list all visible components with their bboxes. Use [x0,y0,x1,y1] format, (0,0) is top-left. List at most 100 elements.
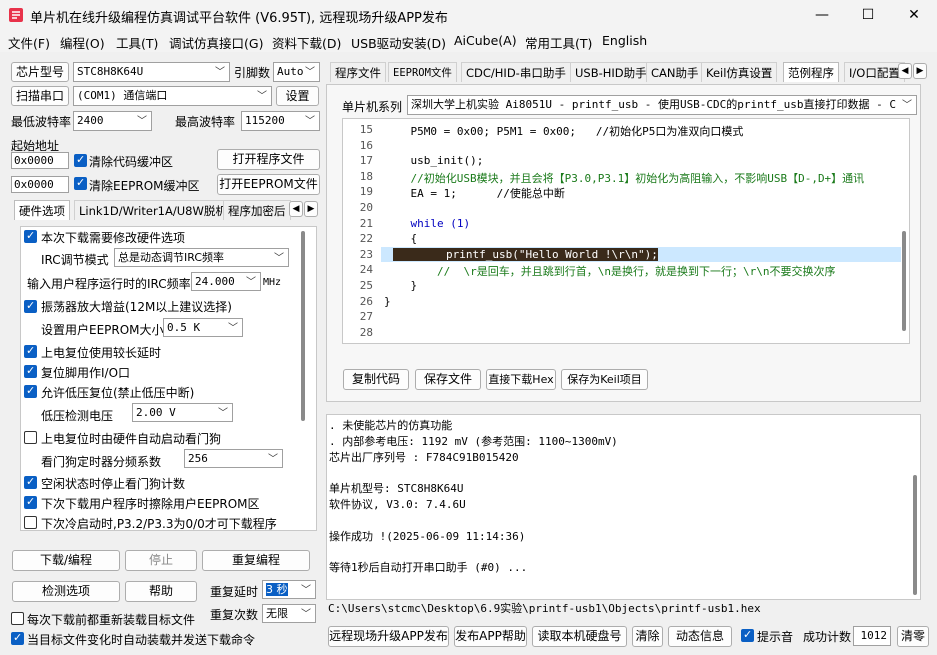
irc-freq-label: 输入用户程序运行时的IRC频率 [27,277,191,291]
output-log[interactable]: . 未使能芯片的仿真功能 . 内部参考电压: 1192 mV (参考范围: 11… [326,414,921,600]
open-program-button[interactable]: 打开程序文件 [217,149,320,170]
log-line: 操作成功 !(2025-06-09 11:14:36) [329,529,526,543]
beep-checkbox[interactable] [741,628,754,642]
hw-panel-scrollbar[interactable] [301,231,305,421]
auto-send-checkbox[interactable] [11,631,24,645]
reprogram-button[interactable]: 重复编程 [202,550,310,571]
maximize-button[interactable]: ☐ [845,0,891,30]
cold-boot-checkbox[interactable] [24,516,37,529]
wdt-auto-checkbox[interactable] [24,431,37,444]
close-button[interactable]: ✕ [891,0,937,30]
pin-count-select[interactable]: Auto ﹀ [273,62,320,82]
stop-button[interactable]: 停止 [125,550,197,571]
chip-model-select[interactable]: STC8H8K64U ﹀ [73,62,230,82]
code-line: P5M0 = 0x00; P5M1 = 0x00; //初始化P5口为准双向口模… [384,125,744,138]
irc-mode-select[interactable]: 总是动态调节IRC频率 ﹀ [114,248,289,267]
code-view[interactable]: 15 P5M0 = 0x00; P5M1 = 0x00; //初始化P5口为准双… [342,118,910,344]
settings-button[interactable]: 设置 [276,86,319,106]
tab-scroll-left-icon[interactable]: ◀ [289,201,303,217]
repeat-delay-select[interactable]: 3 秒 ﹀ [262,580,316,599]
wdt-div-label: 看门狗定时器分频系数 [41,455,162,469]
help-button[interactable]: 帮助 [125,581,197,602]
code-line: { [384,232,418,246]
clear-log-button[interactable]: 清除 [632,626,663,647]
port-select[interactable]: (COM1) 通信端口 ﹀ [73,86,272,106]
wdt-div-select[interactable]: 256 ﹀ [184,449,283,468]
tab-can[interactable]: CAN助手 [646,62,704,82]
addr-code-field[interactable]: 0x0000 [11,152,69,169]
scan-port-button[interactable]: 扫描串口 [11,86,69,106]
erase-eeprom-checkbox[interactable] [24,495,37,509]
clear-eeprom-checkbox[interactable] [74,176,87,190]
modify-hw-checkbox[interactable] [24,229,37,243]
power-reset-delay-label: 上电复位使用较长延时 [41,346,162,360]
repeat-count-value: 无限 [266,607,288,620]
line-number: 24 [359,263,373,277]
save-file-button[interactable]: 保存文件 [415,369,481,390]
example-select[interactable]: 深圳大学上机实验 Ai8051U - printf_usb - 使用USB-CD… [407,95,917,115]
irc-freq-select[interactable]: 24.000 ﹀ [191,272,261,291]
tab-scroll-left-icon[interactable]: ◀ [898,63,912,79]
detect-options-button[interactable]: 检测选项 [12,581,120,602]
minimize-button[interactable]: — [799,0,845,30]
line-number: 25 [359,279,373,292]
power-reset-delay-checkbox[interactable] [24,344,37,358]
menu-tools[interactable]: 工具(T) [116,33,158,52]
read-disk-id-button[interactable]: 读取本机硬盘号 [532,626,627,647]
reset-pin-io-checkbox[interactable] [24,364,37,378]
publish-app-help-button[interactable]: 发布APP帮助 [454,626,527,647]
chevron-down-icon: ﹀ [246,277,256,288]
tab-io-config[interactable]: I/O口配置 [844,62,905,82]
remote-upgrade-button[interactable]: 远程现场升级APP发布 [328,626,449,647]
repeat-count-select[interactable]: 无限 ﹀ [262,604,316,623]
menu-downloads[interactable]: 资料下载(D) [272,33,341,52]
osc-gain-label: 振荡器放大增益(12M以上建议选择) [41,300,232,314]
tab-link1d-offline[interactable]: Link1D/Writer1A/U8W脱机 [74,200,232,220]
irc-mode-value: 总是动态调节IRC频率 [118,251,225,264]
menu-usb-driver[interactable]: USB驱动安装(D) [351,33,446,52]
chevron-down-icon: ﹀ [257,91,267,102]
line-number: 19 [359,185,373,199]
tab-hardware-options[interactable]: 硬件选项 [14,200,70,220]
min-baud-select[interactable]: 2400 ﹀ [73,111,152,131]
open-eeprom-button[interactable]: 打开EEPROM文件 [217,174,320,195]
eeprom-size-select[interactable]: 0.5 K ﹀ [163,318,243,337]
menu-program[interactable]: 编程(O) [60,33,105,52]
tab-scroll-right-icon[interactable]: ▶ [913,63,927,79]
save-keil-project-button[interactable]: 保存为Keil项目 [561,369,648,390]
code-line: EA = 1; //使能总中断 [384,187,565,201]
low-volt-select[interactable]: 2.00 V ﹀ [132,403,233,422]
menu-common-tools[interactable]: 常用工具(T) [525,33,592,52]
line-number: 27 [359,310,373,324]
tab-usb-hid[interactable]: USB-HID助手 [570,62,652,82]
copy-code-button[interactable]: 复制代码 [343,369,409,390]
addr-eeprom-field[interactable]: 0x0000 [11,176,69,193]
idle-stop-wdt-checkbox[interactable] [24,475,37,489]
tab-cdc-hid-serial[interactable]: CDC/HID-串口助手 [461,62,571,82]
download-hex-button[interactable]: 直接下载Hex [486,369,556,390]
beep-label: 提示音 [757,630,794,644]
dynamic-info-button[interactable]: 动态信息 [668,626,732,647]
tab-scroll-right-icon[interactable]: ▶ [304,201,318,217]
tab-keil-sim[interactable]: Keil仿真设置 [701,62,778,82]
osc-gain-checkbox[interactable] [24,299,37,313]
code-scrollbar[interactable] [902,231,906,331]
menu-english[interactable]: English [602,33,647,48]
tab-program-file[interactable]: 程序文件 [330,62,386,82]
download-button[interactable]: 下载/编程 [12,550,120,571]
log-scrollbar[interactable] [913,475,917,595]
max-baud-select[interactable]: 115200 ﹀ [241,111,320,131]
clear-code-checkbox[interactable] [74,153,87,167]
low-volt-reset-checkbox[interactable] [24,384,37,398]
menu-aicube[interactable]: AiCube(A) [454,33,517,48]
menu-file[interactable]: 文件(F) [8,33,50,52]
menu-debug-interface[interactable]: 调试仿真接口(G) [169,33,263,52]
tab-encrypt[interactable]: 程序加密后 [223,200,291,220]
chevron-down-icon: ﹀ [301,585,311,596]
repeat-delay-label: 重复延时 [210,585,259,599]
tab-eeprom-file[interactable]: EEPROM文件 [388,62,457,82]
reload-target-checkbox[interactable] [11,612,24,625]
tab-examples[interactable]: 范例程序 [783,62,839,82]
code-line: printf_usb("Hello World !\r\n"); [393,247,658,261]
reset-count-button[interactable]: 清零 [897,626,929,647]
